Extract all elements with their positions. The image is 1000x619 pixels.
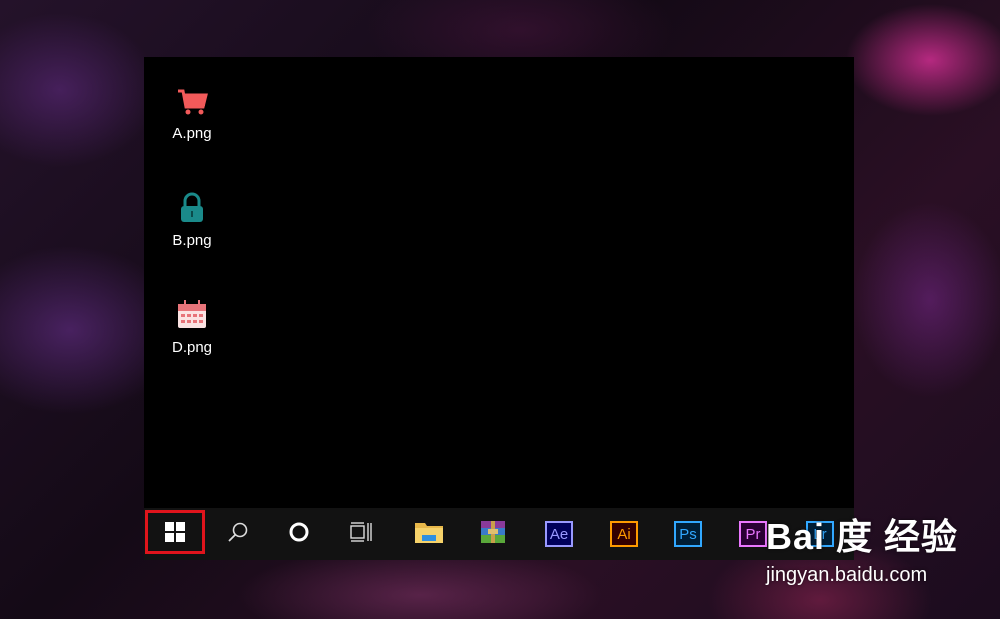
watermark-logo: Bai 度 经验 [766, 516, 959, 557]
calendar-icon [172, 295, 212, 335]
search-icon [226, 520, 250, 549]
desktop-icon-label: B.png [172, 232, 212, 249]
photoshop-button[interactable]: Ps [657, 508, 719, 560]
file-explorer-button[interactable] [398, 508, 460, 560]
search-button[interactable] [207, 508, 269, 560]
start-button[interactable] [144, 508, 206, 560]
folder-icon [414, 519, 444, 550]
desktop-icon-d[interactable]: D.png [144, 295, 240, 356]
baidu-jingyan-watermark: Bai 度 经验 jingyan.baidu.com [766, 508, 992, 600]
desktop-screen: A.png B.png D.png Ae Ai Ps Pr Lr [144, 57, 854, 560]
cortana-circle-icon [288, 521, 310, 548]
after-effects-icon: Ae [545, 521, 573, 547]
start-highlight-box [145, 510, 205, 554]
watermark-url: jingyan.baidu.com [766, 564, 928, 586]
winrar-button[interactable] [462, 508, 524, 560]
after-effects-button[interactable]: Ae [528, 508, 590, 560]
shopping-cart-icon [172, 81, 212, 121]
winrar-icon [479, 519, 507, 550]
illustrator-button[interactable]: Ai [593, 508, 655, 560]
illustrator-icon: Ai [610, 521, 638, 547]
photoshop-icon: Ps [674, 521, 702, 547]
cortana-button[interactable] [268, 508, 330, 560]
desktop-icon-label: A.png [172, 125, 212, 142]
desktop-icon-a[interactable]: A.png [144, 81, 240, 142]
desktop-icon-label: D.png [171, 339, 213, 356]
task-view-icon [349, 521, 373, 548]
padlock-icon [172, 188, 212, 228]
premiere-icon: Pr [739, 521, 767, 547]
desktop-icon-b[interactable]: B.png [144, 188, 240, 249]
task-view-button[interactable] [330, 508, 392, 560]
taskbar: Ae Ai Ps Pr Lr [144, 508, 854, 560]
